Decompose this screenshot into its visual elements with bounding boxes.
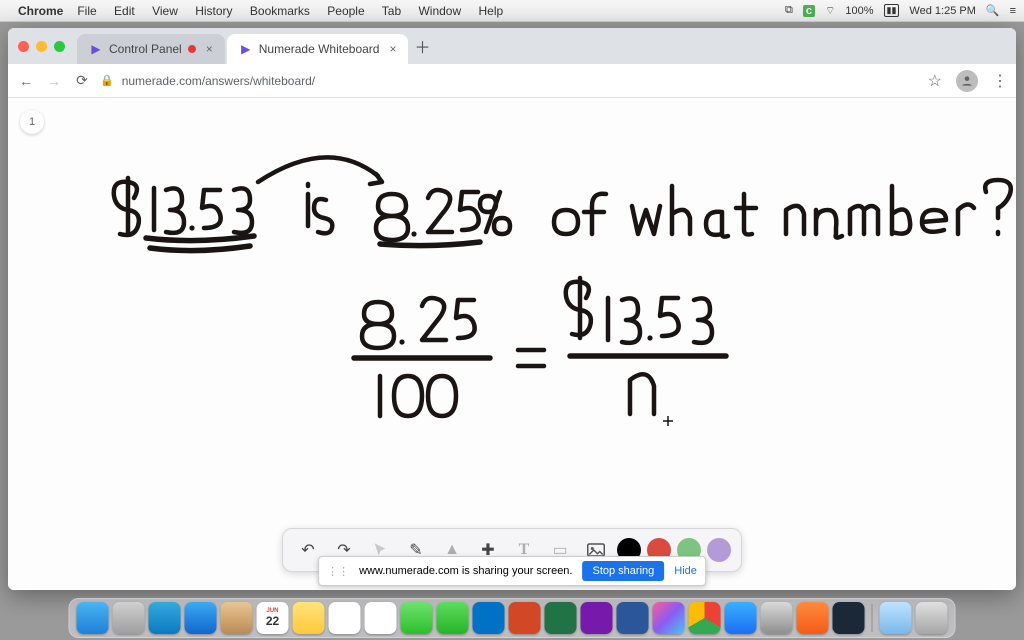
page-content: 1 bbox=[8, 98, 1016, 590]
back-button[interactable]: ← bbox=[16, 73, 36, 89]
dock-photos[interactable] bbox=[365, 602, 397, 634]
dock-mail[interactable] bbox=[185, 602, 217, 634]
tab1-favicon-icon: ▶ bbox=[89, 42, 103, 56]
dock-settings[interactable] bbox=[761, 602, 793, 634]
menu-history[interactable]: History bbox=[195, 4, 232, 18]
tab2-close-icon[interactable]: × bbox=[389, 42, 396, 56]
dock-messages[interactable] bbox=[401, 602, 433, 634]
menu-icon[interactable]: ≡ bbox=[1010, 5, 1016, 17]
minimize-window-button[interactable] bbox=[36, 41, 47, 52]
recording-indicator-icon bbox=[188, 45, 196, 53]
dock-finder[interactable] bbox=[77, 602, 109, 634]
reload-button[interactable]: ⟳ bbox=[72, 72, 92, 89]
close-window-button[interactable] bbox=[18, 41, 29, 52]
sharebar-grip-icon[interactable]: ⋮⋮ bbox=[327, 565, 349, 578]
menubar-clock[interactable]: Wed 1:25 PM bbox=[909, 5, 975, 17]
dock-launchpad[interactable] bbox=[113, 602, 145, 634]
sharebar-message: www.numerade.com is sharing your screen. bbox=[359, 565, 572, 577]
dropbox-icon[interactable]: ⧉ bbox=[785, 4, 793, 17]
dock-reminders[interactable] bbox=[329, 602, 361, 634]
chrome-window: ▶ Control Panel × ▶ Numerade Whiteboard … bbox=[8, 28, 1016, 590]
dock-trash[interactable] bbox=[916, 602, 948, 634]
bookmark-star-icon[interactable]: ☆ bbox=[928, 71, 942, 91]
fullscreen-window-button[interactable] bbox=[54, 41, 65, 52]
browser-toolbar: ← → ⟳ 🔒 ☆ ⋮ bbox=[8, 64, 1016, 98]
dock-word[interactable] bbox=[617, 602, 649, 634]
battery-icon: ▮▮ bbox=[884, 4, 900, 17]
lock-icon[interactable]: 🔒 bbox=[100, 74, 114, 87]
dock-outlook[interactable] bbox=[473, 602, 505, 634]
tab-control-panel[interactable]: ▶ Control Panel × bbox=[77, 34, 225, 64]
battery-percent: 100% bbox=[845, 5, 873, 17]
macos-dock: JUN22 bbox=[69, 598, 956, 638]
macos-menubar: Chrome File Edit View History Bookmarks … bbox=[0, 0, 1024, 22]
menu-file[interactable]: File bbox=[77, 4, 96, 18]
menu-edit[interactable]: Edit bbox=[114, 4, 135, 18]
profile-avatar-icon[interactable] bbox=[956, 70, 978, 92]
menubar-menus: File Edit View History Bookmarks People … bbox=[77, 4, 517, 18]
dock-itunes[interactable] bbox=[653, 602, 685, 634]
dock-powerpoint[interactable] bbox=[509, 602, 541, 634]
dock-facetime[interactable] bbox=[437, 602, 469, 634]
menu-people[interactable]: People bbox=[327, 4, 364, 18]
forward-button[interactable]: → bbox=[44, 73, 64, 89]
menu-view[interactable]: View bbox=[152, 4, 178, 18]
dock-calendar[interactable]: JUN22 bbox=[257, 602, 289, 634]
tab2-title: Numerade Whiteboard bbox=[259, 42, 380, 56]
tab-numerade-whiteboard[interactable]: ▶ Numerade Whiteboard × bbox=[227, 34, 409, 64]
dock-safari[interactable] bbox=[149, 602, 181, 634]
whiteboard-canvas[interactable] bbox=[8, 98, 1016, 590]
window-tabstrip: ▶ Control Panel × ▶ Numerade Whiteboard … bbox=[8, 28, 1016, 64]
menu-help[interactable]: Help bbox=[479, 4, 504, 18]
menu-tab[interactable]: Tab bbox=[382, 4, 401, 18]
dock-chrome[interactable] bbox=[689, 602, 721, 634]
dock-folder[interactable] bbox=[880, 602, 912, 634]
menubar-app-name[interactable]: Chrome bbox=[18, 4, 63, 18]
color-purple[interactable] bbox=[707, 538, 731, 562]
menu-window[interactable]: Window bbox=[418, 4, 461, 18]
dock-app1[interactable] bbox=[797, 602, 829, 634]
menu-bookmarks[interactable]: Bookmarks bbox=[250, 4, 310, 18]
address-bar[interactable] bbox=[122, 74, 382, 88]
tab1-close-icon[interactable]: × bbox=[206, 42, 213, 56]
dock-excel[interactable] bbox=[545, 602, 577, 634]
dock-contacts[interactable] bbox=[221, 602, 253, 634]
tab1-title: Control Panel bbox=[109, 42, 182, 56]
menubar-status: ⧉ c ⌔ 100% ▮▮ Wed 1:25 PM 🔍 ≡ bbox=[785, 4, 1016, 18]
hide-sharebar-button[interactable]: Hide bbox=[674, 565, 697, 577]
screenshare-bar: ⋮⋮ www.numerade.com is sharing your scre… bbox=[318, 556, 706, 586]
dock-separator bbox=[872, 604, 873, 632]
stop-sharing-button[interactable]: Stop sharing bbox=[582, 561, 664, 581]
tab2-favicon-icon: ▶ bbox=[239, 42, 253, 56]
dock-app2[interactable] bbox=[833, 602, 865, 634]
window-controls bbox=[18, 41, 65, 52]
screencast-icon[interactable]: c bbox=[803, 5, 815, 17]
chrome-menu-icon[interactable]: ⋮ bbox=[992, 71, 1008, 91]
dock-appstore[interactable] bbox=[725, 602, 757, 634]
wifi-icon[interactable]: ⌔ bbox=[825, 4, 835, 18]
dock-onenote[interactable] bbox=[581, 602, 613, 634]
dock-notes[interactable] bbox=[293, 602, 325, 634]
new-tab-button[interactable]: ＋ bbox=[410, 34, 434, 58]
spotlight-icon[interactable]: 🔍 bbox=[986, 4, 1000, 17]
